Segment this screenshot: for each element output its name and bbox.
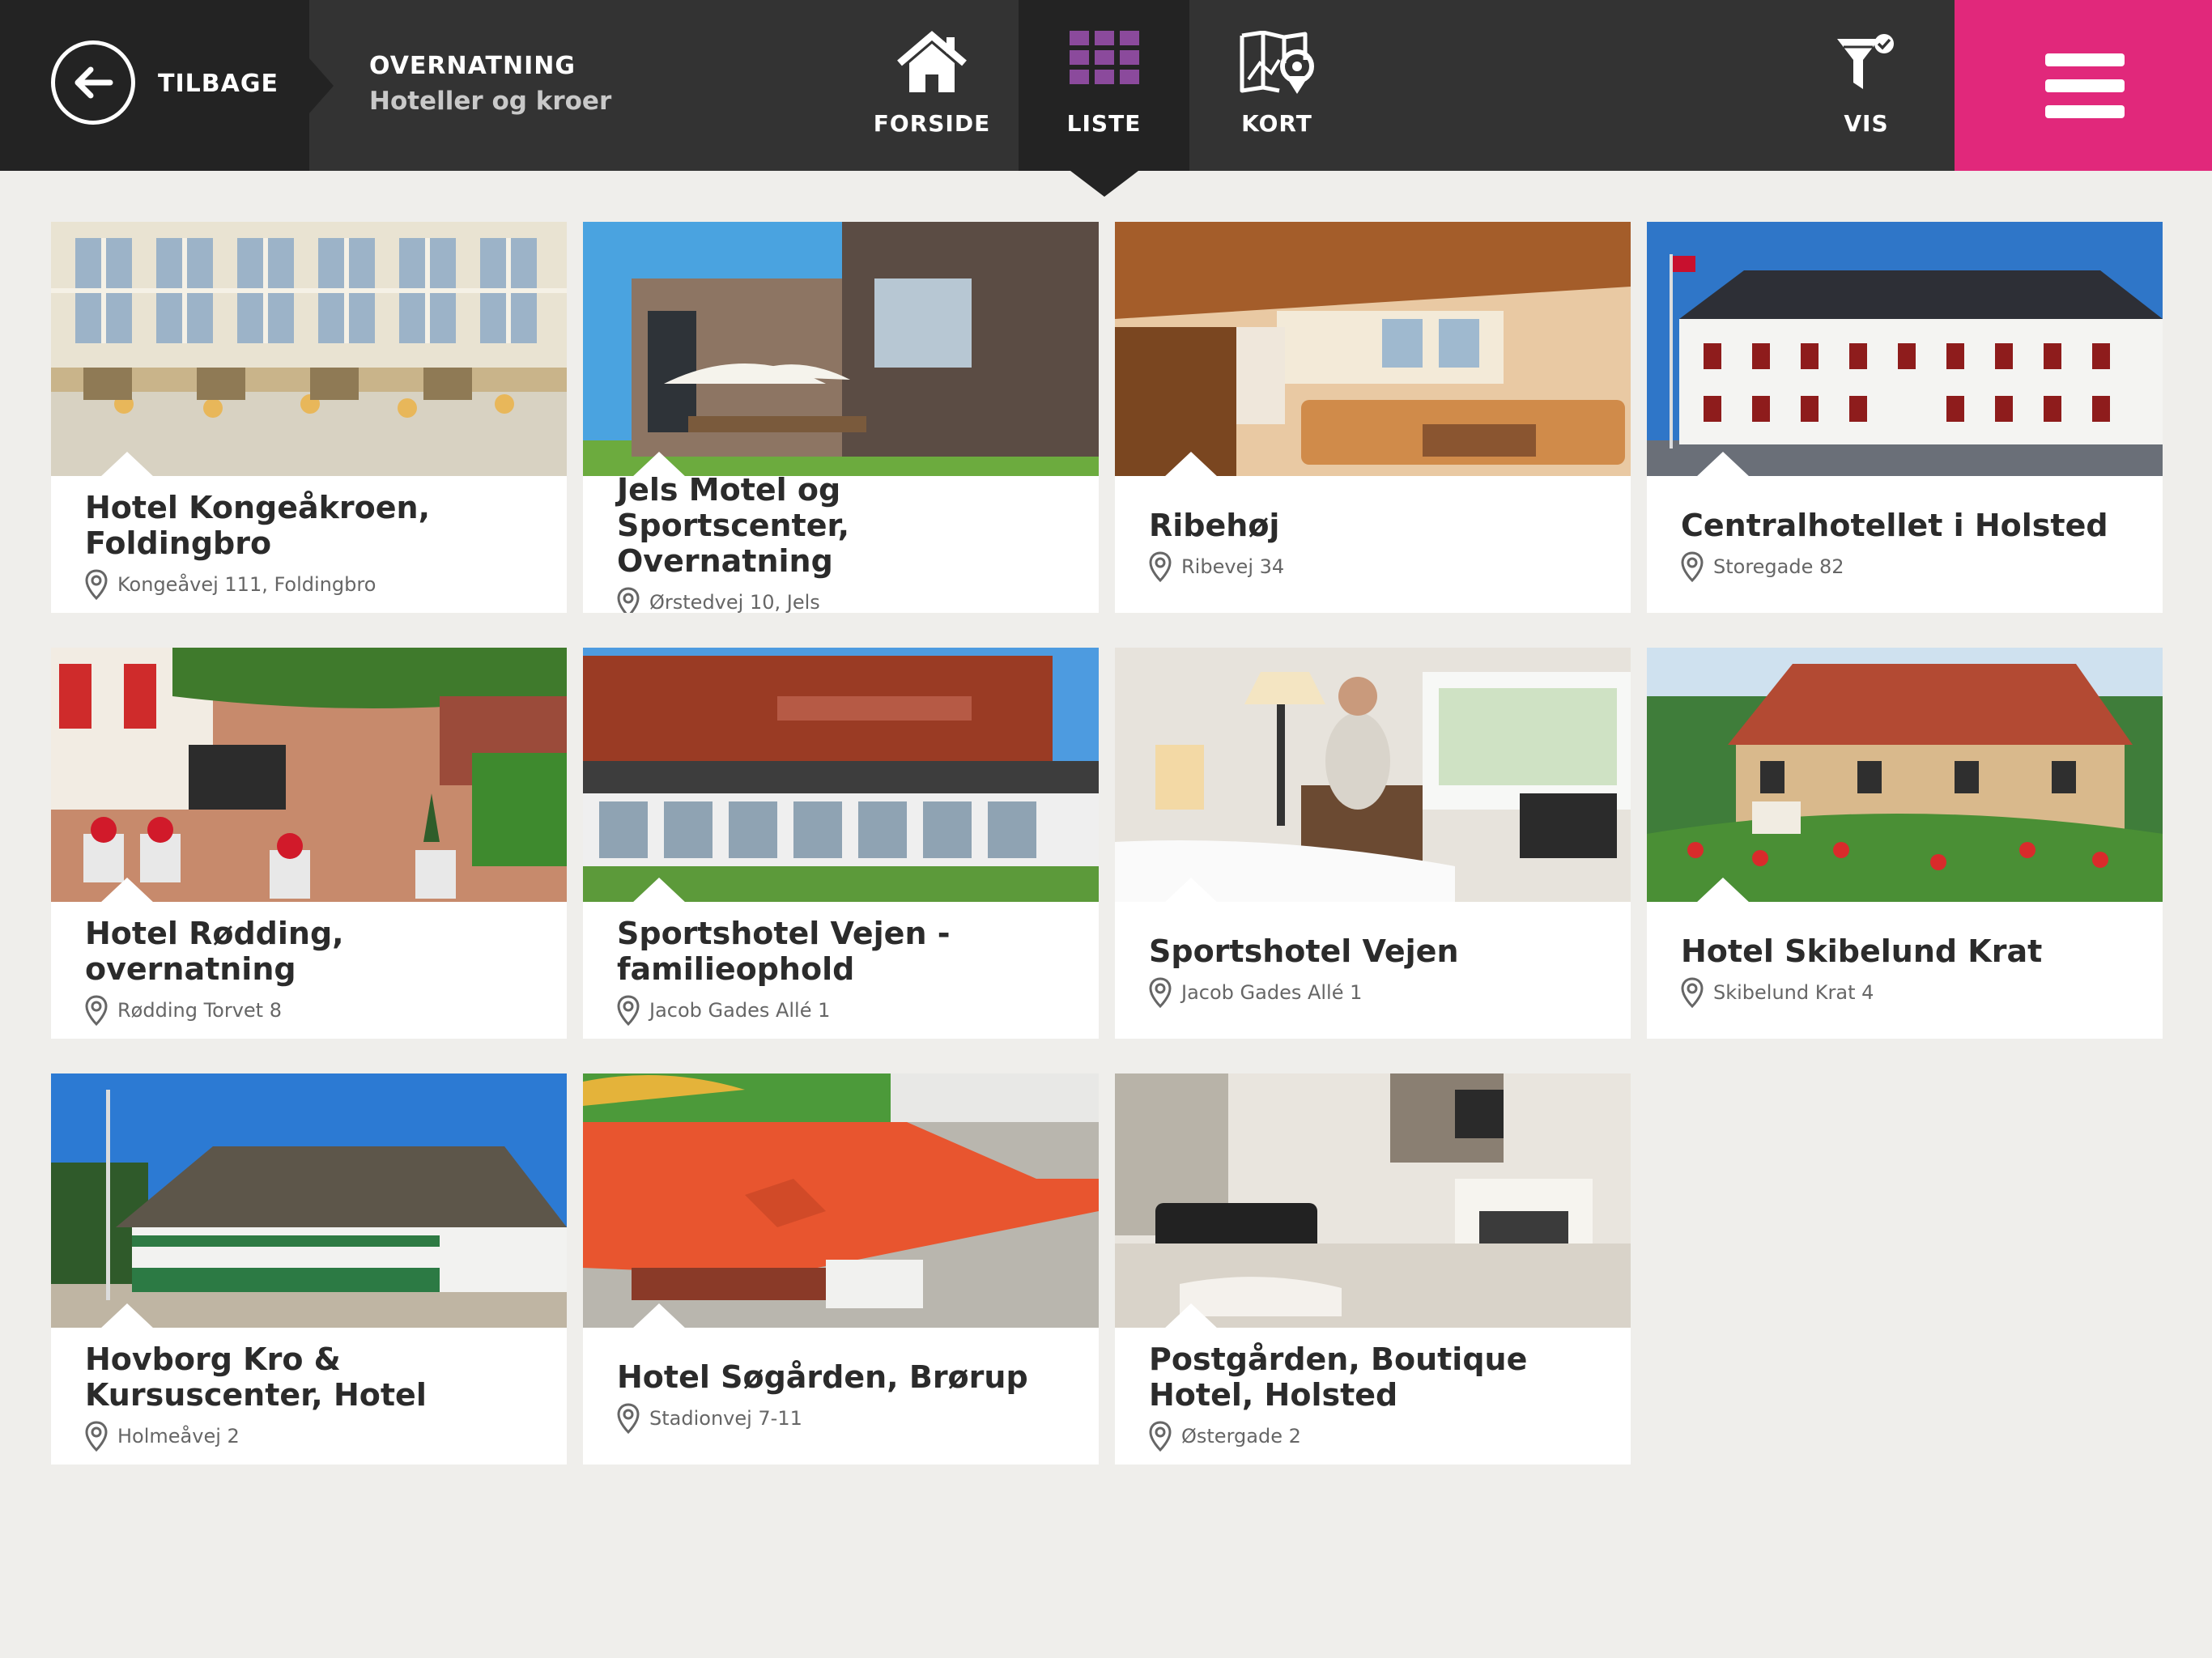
listing-address: Ribevej 34 bbox=[1149, 551, 1606, 582]
listing-title: Ribehøj bbox=[1149, 507, 1280, 543]
modern-building-photo bbox=[583, 222, 1099, 476]
top-bar: TILBAGE OVERNATNING Hoteller og kroer FO… bbox=[0, 0, 2212, 171]
location-pin-icon bbox=[1681, 551, 1704, 582]
listing-card[interactable]: Hotel Kongeåkroen, Foldingbro Kongeåvej … bbox=[51, 222, 567, 613]
filter-button[interactable]: VIS bbox=[1789, 0, 1943, 171]
map-icon bbox=[1239, 30, 1315, 99]
location-pin-icon bbox=[85, 1420, 108, 1452]
listing-card[interactable]: Hotel Skibelund Krat Skibelund Krat 4 bbox=[1647, 648, 2163, 1039]
listing-address-text: Kongeåvej 111, Foldingbro bbox=[117, 572, 376, 596]
listing-card[interactable]: Centralhotellet i Holsted Storegade 82 bbox=[1647, 222, 2163, 613]
section-title: OVERNATNING bbox=[369, 52, 576, 80]
back-label: TILBAGE bbox=[158, 70, 279, 98]
nav-list-label: LISTE bbox=[1066, 110, 1142, 137]
card-notch bbox=[632, 1303, 687, 1329]
filter-label: VIS bbox=[1844, 110, 1889, 137]
location-pin-icon bbox=[1149, 976, 1172, 1008]
card-notch bbox=[1163, 878, 1219, 903]
listing-address: Jacob Gades Allé 1 bbox=[1149, 976, 1606, 1008]
listing-card[interactable]: Postgården, Boutique Hotel, Holsted Øste… bbox=[1115, 1073, 1631, 1465]
listing-title: Jels Motel og Sportscenter, Overnatning bbox=[617, 471, 850, 579]
location-pin-icon bbox=[85, 568, 108, 600]
aerial-roof-photo bbox=[583, 1073, 1099, 1328]
card-notch bbox=[100, 452, 155, 478]
nav-map-label: KORT bbox=[1241, 110, 1312, 137]
listing-title: Sportshotel Vejen bbox=[1149, 933, 1459, 969]
listing-address-text: Jacob Gades Allé 1 bbox=[1181, 980, 1363, 1004]
listing-address-text: Ribevej 34 bbox=[1181, 555, 1285, 578]
listing-address-text: Rødding Torvet 8 bbox=[117, 998, 282, 1022]
listing-address: Holmeåvej 2 bbox=[85, 1420, 542, 1452]
white-hotel-photo bbox=[1647, 222, 2163, 476]
menu-button[interactable] bbox=[1955, 0, 2212, 171]
card-notch bbox=[632, 878, 687, 903]
listing-address-text: Storegade 82 bbox=[1713, 555, 1844, 578]
location-pin-icon bbox=[617, 1402, 640, 1434]
listing-card[interactable]: Hotel Søgården, Brørup Stadionvej 7-11 bbox=[583, 1073, 1099, 1465]
listing-address-text: Ørstedvej 10, Jels bbox=[649, 590, 820, 614]
location-pin-icon bbox=[1681, 976, 1704, 1008]
listing-address-text: Holmeåvej 2 bbox=[117, 1424, 240, 1448]
listing-address: Stadionvej 7-11 bbox=[617, 1402, 1074, 1434]
location-pin-icon bbox=[617, 994, 640, 1026]
nav-home-label: FORSIDE bbox=[873, 110, 991, 137]
location-pin-icon bbox=[1149, 1420, 1172, 1452]
listing-title: Hotel Skibelund Krat bbox=[1681, 933, 2043, 969]
listing-title: Sportshotel Vejen - familieophold bbox=[617, 915, 951, 987]
location-pin-icon bbox=[85, 994, 108, 1026]
listing-card[interactable]: Hovborg Kro & Kursuscenter, Hotel Holmeå… bbox=[51, 1073, 567, 1465]
grid-icon bbox=[1069, 31, 1139, 87]
listing-card[interactable]: Hotel Rødding, overnatning Rødding Torve… bbox=[51, 648, 567, 1039]
listing-address: Skibelund Krat 4 bbox=[1681, 976, 2138, 1008]
card-notch bbox=[100, 1303, 155, 1329]
listing-card[interactable]: Ribehøj Ribevej 34 bbox=[1115, 222, 1631, 613]
location-pin-icon bbox=[1149, 551, 1172, 582]
listing-address-text: Jacob Gades Allé 1 bbox=[649, 998, 831, 1022]
hotel-room-photo bbox=[1115, 648, 1631, 902]
card-notch bbox=[1163, 1303, 1219, 1329]
listing-address: Jacob Gades Allé 1 bbox=[617, 994, 1074, 1026]
listing-address: Storegade 82 bbox=[1681, 551, 2138, 582]
filter-icon bbox=[1834, 31, 1899, 99]
listing-title: Centralhotellet i Holsted bbox=[1681, 507, 2108, 543]
garden-hotel-photo bbox=[1647, 648, 2163, 902]
card-notch bbox=[1695, 452, 1750, 478]
home-icon bbox=[896, 31, 968, 99]
listing-address-text: Skibelund Krat 4 bbox=[1713, 980, 1874, 1004]
active-tab-pointer bbox=[1070, 171, 1138, 197]
card-notch bbox=[1695, 878, 1750, 903]
listing-card[interactable]: Sportshotel Vejen - familieophold Jacob … bbox=[583, 648, 1099, 1039]
listing-address: Ørstedvej 10, Jels bbox=[617, 586, 1074, 614]
terrace-photo bbox=[51, 648, 567, 902]
boutique-room-photo bbox=[1115, 1073, 1631, 1328]
listing-card[interactable]: Sportshotel Vejen Jacob Gades Allé 1 bbox=[1115, 648, 1631, 1039]
lounge-photo bbox=[1115, 222, 1631, 476]
card-notch bbox=[1163, 452, 1219, 478]
location-pin-icon bbox=[617, 586, 640, 613]
nav-map-button[interactable]: KORT bbox=[1189, 0, 1364, 171]
listing-address-text: Stadionvej 7-11 bbox=[649, 1406, 802, 1430]
listing-address: Østergade 2 bbox=[1149, 1420, 1606, 1452]
listing-title: Hotel Søgården, Brørup bbox=[617, 1358, 1028, 1395]
listing-title: Hotel Kongeåkroen, Foldingbro bbox=[85, 489, 431, 561]
thatched-inn-photo bbox=[51, 1073, 567, 1328]
back-button[interactable]: TILBAGE bbox=[0, 0, 309, 171]
listing-title: Hotel Rødding, overnatning bbox=[85, 915, 344, 987]
listing-card[interactable]: Jels Motel og Sportscenter, Overnatning … bbox=[583, 222, 1099, 613]
back-arrow-icon bbox=[51, 40, 135, 125]
nav-list-button[interactable]: LISTE bbox=[1019, 0, 1189, 171]
sports-center-photo bbox=[583, 648, 1099, 902]
listing-title: Hovborg Kro & Kursuscenter, Hotel bbox=[85, 1341, 427, 1413]
card-notch bbox=[100, 878, 155, 903]
back-button-tip bbox=[309, 58, 334, 113]
listing-address: Rødding Torvet 8 bbox=[85, 994, 542, 1026]
nav-home-button[interactable]: FORSIDE bbox=[858, 0, 1006, 171]
listing-address-text: Østergade 2 bbox=[1181, 1424, 1301, 1448]
section-subtitle: Hoteller og kroer bbox=[369, 87, 612, 116]
dining-room-photo bbox=[51, 222, 567, 476]
listing-title: Postgården, Boutique Hotel, Holsted bbox=[1149, 1341, 1528, 1413]
listing-address: Kongeåvej 111, Foldingbro bbox=[85, 568, 542, 600]
